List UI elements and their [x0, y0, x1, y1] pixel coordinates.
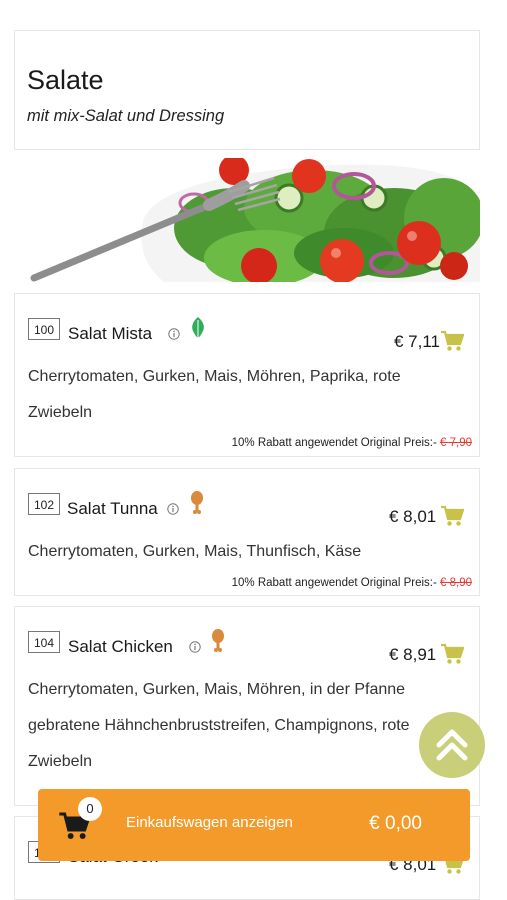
cart-count-badge: 0	[78, 797, 102, 821]
leaf-icon	[192, 317, 204, 338]
item-number: 104	[28, 631, 60, 653]
double-chevron-up-icon	[436, 729, 468, 761]
salad-banner-image	[14, 158, 480, 282]
item-name: Salat Chicken	[68, 637, 173, 656]
cart-total: € 0,00	[369, 813, 422, 834]
discount-text: 10% Rabatt angewendet Original Preis:-	[231, 577, 441, 589]
item-price: € 7,11	[394, 332, 441, 351]
item-number: 102	[28, 493, 60, 515]
chicken-leg-icon	[212, 629, 224, 652]
item-description: Cherrytomaten, Gurken, Mais, Möhren, in …	[28, 681, 410, 770]
add-to-cart-icon[interactable]	[440, 505, 464, 527]
info-icon[interactable]	[168, 328, 180, 340]
item-price: € 8,91	[389, 645, 437, 664]
info-icon[interactable]	[167, 503, 179, 515]
chicken-leg-icon	[191, 491, 203, 514]
menu-item-card[interactable]: 100 Salat Mista € 7,11 Cherrytomaten, Gu…	[14, 293, 480, 457]
menu-item-card[interactable]: 104 Salat Chicken € 8,91 Cherrytomaten, …	[14, 606, 480, 806]
item-price: € 8,01	[389, 507, 437, 526]
category-subtitle: mit mix-Salat und Dressing	[27, 107, 225, 125]
item-number: 100	[28, 318, 60, 340]
add-to-cart-icon[interactable]	[440, 330, 464, 352]
cart-label: Einkaufswagen anzeigen	[126, 814, 293, 831]
item-name: Salat Mista	[68, 324, 153, 343]
discount-note: 10% Rabatt angewendet Original Preis:- €…	[232, 577, 472, 589]
add-to-cart-icon[interactable]	[440, 643, 464, 665]
original-price: € 8,90	[440, 577, 472, 589]
original-price: € 7,90	[440, 437, 472, 449]
item-description: Cherrytomaten, Gurken, Mais, Thunfisch, …	[28, 543, 362, 560]
item-description: Cherrytomaten, Gurken, Mais, Möhren, Pap…	[28, 368, 401, 421]
view-cart-button[interactable]: 0 Einkaufswagen anzeigen € 0,00	[38, 789, 470, 861]
discount-text: 10% Rabatt angewendet Original Preis:-	[231, 437, 441, 449]
menu-item-card[interactable]: 102 Salat Tunna € 8,01 Cherrytomaten, Gu…	[14, 468, 480, 596]
category-header: Salate mit mix-Salat und Dressing	[14, 30, 480, 150]
discount-note: 10% Rabatt angewendet Original Preis:- €…	[232, 437, 472, 449]
info-icon[interactable]	[189, 641, 201, 653]
item-name: Salat Tunna	[67, 499, 158, 518]
category-title: Salate	[27, 65, 104, 95]
scroll-to-top-button[interactable]	[419, 712, 485, 778]
